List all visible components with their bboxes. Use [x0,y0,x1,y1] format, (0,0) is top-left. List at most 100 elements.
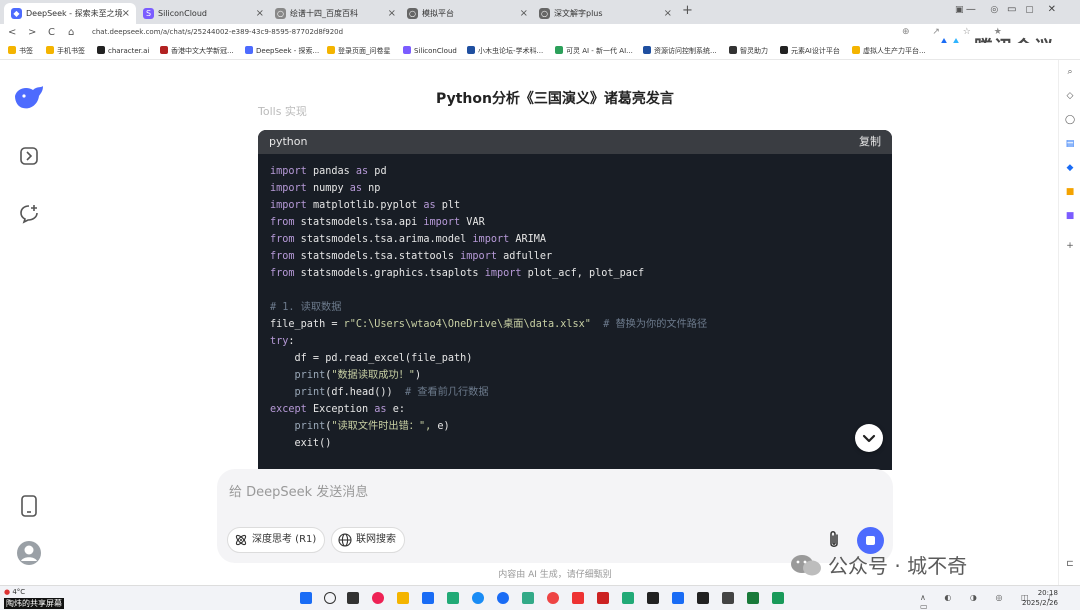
baike-favicon-icon: ○ [275,8,286,19]
close-tab-icon[interactable]: × [122,3,130,24]
bookmark-item[interactable]: 虚拟人生产力平台... [852,46,926,56]
apps-icon[interactable]: ■ [1064,210,1076,222]
deep-think-label: 深度思考 (R1) [252,534,317,545]
app-icon[interactable] [772,592,784,604]
close-tab-icon[interactable]: × [256,3,264,24]
browser-tab-bar: ◆ DeepSeek - 探索未至之境 × S SiliconCloud × ○… [0,0,1080,24]
bookmark-item[interactable]: 登录页面_问卷星 [327,46,391,56]
siliconcloud-favicon-icon: S [143,8,154,19]
home-icon[interactable]: ⌂ [68,27,74,38]
globe-favicon-icon: ○ [539,8,550,19]
screen-share-label: 陶炜的共享屏幕 [4,598,64,609]
new-tab-icon[interactable]: + [682,3,693,18]
forward-icon[interactable]: > [28,27,36,38]
tab-simulation[interactable]: ○ 模拟平台 × [400,3,534,24]
atom-icon [235,534,247,546]
avatar[interactable] [16,540,42,566]
site-icon [780,46,788,54]
app-icon[interactable] [647,592,659,604]
deepseek-whale-logo-icon[interactable] [13,84,45,112]
bookmark-item[interactable]: 香港中文大学新冠... [160,46,234,56]
scroll-to-bottom-button[interactable] [855,424,883,452]
browser-icon[interactable] [497,592,509,604]
site-icon [643,46,651,54]
url-field[interactable]: chat.deepseek.com/a/chat/s/25244002-e389… [92,28,343,36]
app-icon[interactable] [522,592,534,604]
site-icon [160,46,168,54]
tab-siliconcloud[interactable]: S SiliconCloud × [136,3,270,24]
edge-browser-icon[interactable] [472,592,484,604]
page-title: Python分析《三国演义》诸葛亮发言 [436,91,674,107]
ai-disclaimer: 内容由 AI 生成，请仔细甄别 [498,570,612,580]
deep-think-toggle[interactable]: 深度思考 (R1) [227,527,326,553]
wps-icon[interactable] [597,592,609,604]
app-icon[interactable] [697,592,709,604]
app-icon[interactable] [372,592,384,604]
bookmark-item[interactable]: 智灵助力 [729,46,768,56]
bookmark-item[interactable]: 资源访问控制系统... [643,46,717,56]
app-icon[interactable] [572,592,584,604]
new-chat-icon[interactable] [18,203,40,225]
excel-icon[interactable] [747,592,759,604]
code-content: import pandas as pd import numpy as np i… [270,166,708,449]
message-input[interactable]: 给 DeepSeek 发送消息 [229,481,368,500]
chevron-down-icon [862,434,876,443]
bookmark-item[interactable]: 小木虫论坛-学术科... [467,46,543,56]
bookmark-item[interactable]: 书签 [8,46,33,56]
bookmark-item[interactable]: DeepSeek - 探索... [245,46,319,56]
app-icon[interactable] [422,592,434,604]
close-tab-icon[interactable]: × [520,3,528,24]
clock-time: 20:18 [1037,589,1058,597]
start-menu-icon[interactable] [300,592,312,604]
chrome-icon[interactable] [547,592,559,604]
tab-label: 深文解字plus [554,9,603,18]
bookmark-item[interactable]: 元素AI设计平台 [780,46,840,56]
collapse-icon[interactable]: ⊏ [1064,558,1076,570]
bookmark-item[interactable]: 可灵 AI - 新一代 AI... [555,46,633,56]
app-icon[interactable] [622,592,634,604]
globe-favicon-icon: ○ [407,8,418,19]
windows-taskbar: ● 4°C 陶炜的共享屏幕 ∧ ◐ ◑ ◎ ◫ ♪ ▭ 20:18 2025/2… [0,585,1080,611]
ai-icon[interactable]: ▤ [1064,138,1076,150]
task-view-icon[interactable] [347,592,359,604]
tab-deepseek[interactable]: ◆ DeepSeek - 探索未至之境 × [4,3,136,24]
window-controls[interactable]: — ▭ ✕ [966,4,1070,15]
tab-baike[interactable]: ○ 绘谱十四_百度百科 × [268,3,402,24]
site-icon [852,46,860,54]
code-language-label: python [269,135,308,148]
deepseek-favicon-icon: ◆ [11,8,22,19]
bookmark-item[interactable]: SiliconCloud [403,46,457,55]
bell-icon[interactable]: ◇ [1064,90,1076,102]
copy-button[interactable]: 复制 [859,130,881,154]
paperclip-icon[interactable] [826,530,842,550]
back-icon[interactable]: < [8,27,16,38]
close-tab-icon[interactable]: × [664,3,672,24]
bookmark-item[interactable]: 手机书签 [46,46,85,56]
app-icon[interactable] [722,592,734,604]
bookmark-item[interactable]: character.ai [97,46,149,55]
tab-shuowen[interactable]: ○ 深文解字plus × [532,3,678,24]
game-icon[interactable]: ◆ [1064,162,1076,174]
office-icon[interactable]: ■ [1064,186,1076,198]
site-icon [467,46,475,54]
stop-icon [866,536,875,545]
app-icon[interactable] [672,592,684,604]
mobile-app-icon[interactable] [20,494,38,518]
open-sidebar-icon[interactable] [19,146,39,166]
search-icon[interactable] [324,592,336,604]
history-icon[interactable]: ◯ [1064,114,1076,126]
file-explorer-icon[interactable] [397,592,409,604]
weather-widget[interactable]: ● 4°C [4,588,25,596]
clock-date: 2025/2/26 [1022,599,1058,607]
app-icon[interactable] [447,592,459,604]
tab-label: 绘谱十四_百度百科 [290,9,358,18]
web-search-toggle[interactable]: 联网搜索 [331,527,405,553]
wechat-logo-icon [791,555,821,576]
close-tab-icon[interactable]: × [388,3,396,24]
tab-label: DeepSeek - 探索未至之境 [26,9,123,18]
system-clock[interactable]: 20:18 2025/2/26 [1022,588,1058,608]
watermark-text: 公众号 · 城不奇 [828,554,968,578]
reload-icon[interactable]: C [48,27,55,38]
add-icon[interactable]: + [1064,240,1076,252]
search-icon[interactable]: ⌕ [1064,66,1076,78]
